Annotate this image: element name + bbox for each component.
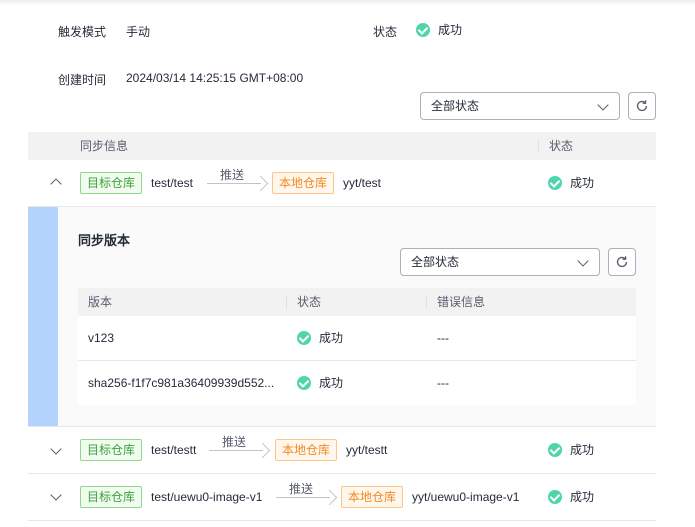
push-label: 推送 — [288, 482, 313, 496]
version-error: --- — [437, 331, 449, 345]
row-status: 成功 — [548, 489, 594, 505]
chevron-down-icon — [597, 99, 609, 111]
version-refresh-button[interactable] — [608, 248, 636, 276]
column-header-version: 版本 — [88, 295, 113, 309]
target-repo-name: test/test — [151, 176, 194, 190]
created-time-value: 2024/03/14 14:25:15 GMT+08:00 — [126, 71, 304, 85]
target-repo-tag: 目标仓库 — [80, 172, 143, 194]
push-label: 推送 — [221, 435, 246, 449]
success-check-icon — [548, 442, 562, 457]
sync-table-header: 同步信息 状态 — [28, 132, 656, 160]
row-status: 成功 — [548, 442, 594, 458]
local-repo-name: yyt/testt — [346, 443, 388, 457]
version-name: v123 — [88, 331, 115, 345]
column-header-sync-info: 同步信息 — [80, 139, 129, 153]
chevron-up-icon — [50, 178, 62, 190]
version-status-filter-value: 全部状态 — [411, 255, 460, 269]
row-divider — [78, 360, 636, 361]
column-divider — [286, 295, 287, 309]
sync-versions-title: 同步版本 — [78, 233, 131, 248]
expand-row-toggle[interactable] — [50, 443, 62, 455]
version-name: sha256-f1f7c981a36409939d552... — [88, 376, 275, 390]
top-shadow — [0, 0, 695, 6]
target-repo-name: test/testt — [151, 443, 197, 457]
created-time-label: 创建时间 — [58, 73, 107, 87]
local-repo-name: yyt/uewu0-image-v1 — [412, 490, 520, 504]
refresh-icon — [616, 256, 628, 268]
collapse-row-toggle[interactable] — [50, 176, 62, 190]
status-label: 状态 — [373, 25, 398, 39]
trigger-mode-label: 触发模式 — [58, 25, 107, 39]
column-divider — [538, 139, 539, 153]
target-repo-tag: 目标仓库 — [80, 486, 143, 508]
version-status: 成功 — [297, 330, 343, 346]
row-status: 成功 — [548, 175, 594, 191]
expand-row-toggle[interactable] — [50, 489, 62, 501]
success-check-icon — [548, 489, 562, 504]
chevron-down-icon — [50, 489, 62, 501]
local-repo-tag: 本地仓库 — [272, 172, 335, 194]
refresh-icon — [636, 100, 648, 112]
chevron-down-icon — [50, 443, 62, 455]
row-divider — [28, 426, 656, 427]
chevron-down-icon — [577, 255, 589, 267]
column-header-error-info: 错误信息 — [437, 295, 486, 309]
refresh-button[interactable] — [628, 92, 656, 120]
push-arrow: 推送 — [209, 435, 273, 460]
success-check-icon — [548, 175, 562, 190]
push-arrow: 推送 — [207, 168, 271, 193]
status-filter-value: 全部状态 — [431, 99, 480, 113]
success-check-icon — [297, 375, 311, 390]
local-repo-tag: 本地仓库 — [341, 486, 404, 508]
version-error: --- — [437, 376, 449, 390]
version-status: 成功 — [297, 375, 343, 391]
local-repo-name: yyt/test — [343, 176, 382, 190]
trigger-mode-value: 手动 — [126, 25, 151, 39]
version-status-filter-select[interactable]: 全部状态 — [400, 248, 600, 276]
target-repo-tag: 目标仓库 — [80, 439, 143, 461]
column-divider — [426, 295, 427, 309]
row-divider — [28, 520, 656, 521]
status-filter-select[interactable]: 全部状态 — [420, 92, 620, 120]
status-value: 成功 — [416, 22, 462, 38]
push-label: 推送 — [219, 168, 244, 182]
success-check-icon — [297, 330, 311, 345]
column-header-status: 状态 — [549, 139, 574, 153]
versions-table-header: 版本 状态 错误信息 — [78, 288, 636, 316]
expanded-indicator-bar — [28, 207, 58, 426]
column-header-version-status: 状态 — [297, 295, 322, 309]
target-repo-name: test/uewu0-image-v1 — [151, 490, 263, 504]
local-repo-tag: 本地仓库 — [275, 439, 338, 461]
row-divider — [28, 473, 656, 474]
push-arrow: 推送 — [276, 482, 340, 507]
success-check-icon — [416, 22, 430, 37]
